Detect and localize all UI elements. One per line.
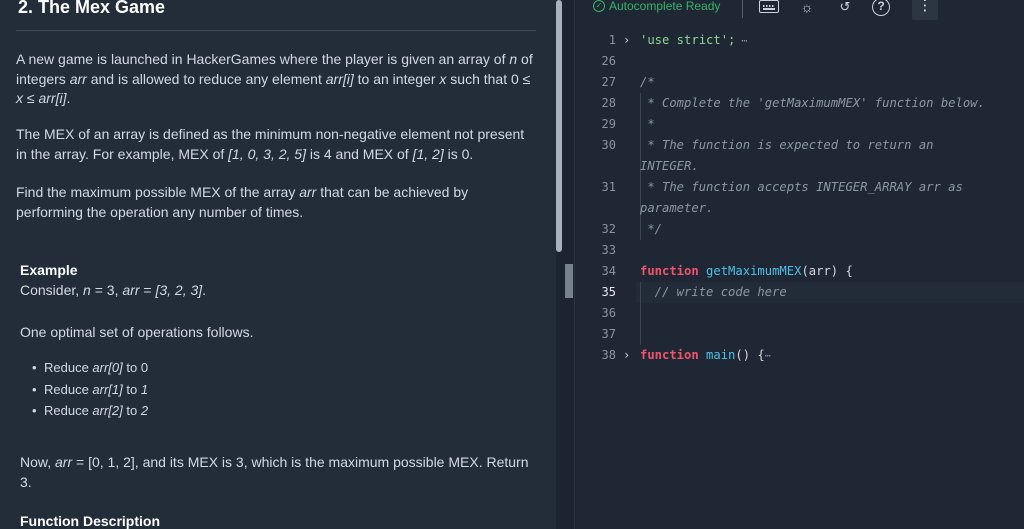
drag-handle-icon[interactable] <box>565 264 573 298</box>
toolbar-divider <box>742 0 743 18</box>
fold-chevron-icon[interactable]: › <box>623 30 630 51</box>
line-number: 32 <box>601 222 616 236</box>
result-paragraph: Now, arr = [0, 1, 2], and its MEX is 3, … <box>20 454 529 490</box>
line-number: 34 <box>601 264 616 278</box>
list-item: Reduce arr[0] to 0 <box>32 357 148 379</box>
code-line[interactable]: * The function is expected to return an <box>640 135 933 156</box>
code-line[interactable]: function main() {⋯ <box>640 345 771 367</box>
problem-paragraph-3: Find the maximum possible MEX of the arr… <box>16 184 469 220</box>
editor-toolbar: ✓ Autocomplete Ready ☼ ↺ ? ⋮ <box>576 0 1024 20</box>
problem-paragraph-2: The MEX of an array is defined as the mi… <box>16 126 525 162</box>
code-line[interactable]: */ <box>640 219 662 240</box>
operations-intro: One optimal set of operations follows. <box>20 324 254 340</box>
operations-list: Reduce arr[0] to 0 Reduce arr[1] to 1 Re… <box>32 357 148 422</box>
list-item: Reduce arr[1] to 1 <box>32 379 148 401</box>
list-item: Reduce arr[2] to 2 <box>32 400 148 422</box>
code-editor[interactable]: ✓ Autocomplete Ready ☼ ↺ ? ⋮ 1 › 'use stri… <box>576 0 1024 529</box>
line-number: 37 <box>601 327 616 341</box>
line-number: 31 <box>601 180 616 194</box>
panel-splitter[interactable] <box>562 0 575 529</box>
code-line[interactable]: /* <box>640 72 655 93</box>
line-number: 35 <box>601 285 616 299</box>
fold-chevron-icon[interactable]: › <box>623 345 630 366</box>
problem-panel: 2. The Mex Game A new game is launched i… <box>0 0 556 529</box>
example-heading: Example <box>20 262 78 278</box>
problem-title: 2. The Mex Game <box>18 0 166 17</box>
function-description-heading: Function Description <box>20 513 160 529</box>
line-number: 36 <box>601 306 616 320</box>
history-icon[interactable]: ↺ <box>836 0 854 16</box>
code-line[interactable]: * Complete the 'getMaximumMEX' function … <box>640 93 985 114</box>
more-options-button[interactable]: ⋮ <box>912 0 938 20</box>
line-number: 30 <box>601 138 616 152</box>
check-circle-icon: ✓ <box>593 0 605 12</box>
example-text: Consider, n = 3, arr = [3, 2, 3]. <box>20 282 207 298</box>
title-divider <box>16 30 536 31</box>
code-line[interactable]: * The function accepts INTEGER_ARRAY arr… <box>640 177 963 198</box>
code-line[interactable]: 'use strict'; ⋯ <box>640 30 747 52</box>
help-icon[interactable]: ? <box>872 0 890 16</box>
line-number: 33 <box>601 243 616 257</box>
code-line[interactable]: function getMaximumMEX(arr) { <box>640 261 853 282</box>
code-line[interactable]: // write code here <box>640 282 787 303</box>
line-number: 38 <box>601 348 616 362</box>
code-line[interactable]: INTEGER. <box>640 156 699 177</box>
line-number: 26 <box>601 54 616 68</box>
line-number: 1 <box>608 33 616 47</box>
problem-paragraph-1: A new game is launched in HackerGames wh… <box>16 51 533 106</box>
code-line[interactable]: * <box>640 114 654 135</box>
line-number: 27 <box>601 75 616 89</box>
keyboard-icon[interactable] <box>759 0 779 13</box>
line-number: 29 <box>601 117 616 131</box>
sun-icon[interactable]: ☼ <box>798 0 816 16</box>
code-line[interactable]: parameter. <box>640 198 713 219</box>
autocomplete-status: ✓ Autocomplete Ready <box>593 0 720 13</box>
line-number: 28 <box>601 96 616 110</box>
